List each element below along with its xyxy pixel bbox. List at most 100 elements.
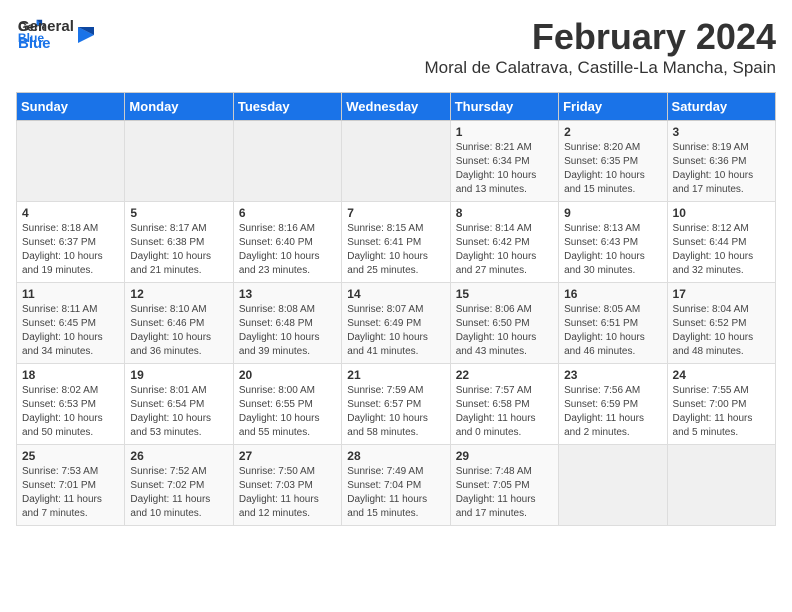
day-info: Sunrise: 8:17 AM Sunset: 6:38 PM Dayligh… (130, 222, 227, 278)
day-number: 23 (564, 368, 661, 382)
header-thursday: Thursday (450, 93, 558, 121)
day-number: 6 (239, 206, 336, 220)
day-info: Sunrise: 7:59 AM Sunset: 6:57 PM Dayligh… (347, 384, 444, 440)
calendar-cell: 4 Sunrise: 8:18 AM Sunset: 6:37 PM Daylig… (17, 202, 125, 283)
calendar-cell (17, 121, 125, 202)
calendar-cell: 6 Sunrise: 8:16 AM Sunset: 6:40 PM Daylig… (233, 202, 341, 283)
day-number: 9 (564, 206, 661, 220)
calendar-cell: 9 Sunrise: 8:13 AM Sunset: 6:43 PM Daylig… (559, 202, 667, 283)
week-row-2: 4 Sunrise: 8:18 AM Sunset: 6:37 PM Daylig… (17, 202, 776, 283)
calendar-cell: 16 Sunrise: 8:05 AM Sunset: 6:51 PM Dayli… (559, 283, 667, 364)
calendar-cell (233, 121, 341, 202)
month-title: February 2024 (424, 16, 776, 58)
day-info: Sunrise: 8:18 AM Sunset: 6:37 PM Dayligh… (22, 222, 119, 278)
day-info: Sunrise: 8:00 AM Sunset: 6:55 PM Dayligh… (239, 384, 336, 440)
calendar-cell: 3 Sunrise: 8:19 AM Sunset: 6:36 PM Daylig… (667, 121, 775, 202)
header-sunday: Sunday (17, 93, 125, 121)
day-number: 18 (22, 368, 119, 382)
day-info: Sunrise: 8:13 AM Sunset: 6:43 PM Dayligh… (564, 222, 661, 278)
header-saturday: Saturday (667, 93, 775, 121)
calendar-cell: 8 Sunrise: 8:14 AM Sunset: 6:42 PM Daylig… (450, 202, 558, 283)
day-info: Sunrise: 8:01 AM Sunset: 6:54 PM Dayligh… (130, 384, 227, 440)
day-info: Sunrise: 7:48 AM Sunset: 7:05 PM Dayligh… (456, 465, 553, 521)
calendar-cell: 10 Sunrise: 8:12 AM Sunset: 6:44 PM Dayli… (667, 202, 775, 283)
calendar-cell: 19 Sunrise: 8:01 AM Sunset: 6:54 PM Dayli… (125, 364, 233, 445)
day-info: Sunrise: 8:08 AM Sunset: 6:48 PM Dayligh… (239, 303, 336, 359)
day-number: 8 (456, 206, 553, 220)
day-info: Sunrise: 7:55 AM Sunset: 7:00 PM Dayligh… (673, 384, 770, 440)
calendar-cell (559, 445, 667, 526)
calendar-cell: 18 Sunrise: 8:02 AM Sunset: 6:53 PM Dayli… (17, 364, 125, 445)
day-info: Sunrise: 8:10 AM Sunset: 6:46 PM Dayligh… (130, 303, 227, 359)
calendar-cell: 13 Sunrise: 8:08 AM Sunset: 6:48 PM Dayli… (233, 283, 341, 364)
title-area: February 2024 Moral de Calatrava, Castil… (424, 16, 776, 88)
day-info: Sunrise: 7:53 AM Sunset: 7:01 PM Dayligh… (22, 465, 119, 521)
day-number: 20 (239, 368, 336, 382)
day-number: 19 (130, 368, 227, 382)
calendar-cell: 22 Sunrise: 7:57 AM Sunset: 6:58 PM Dayli… (450, 364, 558, 445)
page-header: General Blue February 2024 Moral de Cala… (16, 16, 776, 88)
day-info: Sunrise: 8:21 AM Sunset: 6:34 PM Dayligh… (456, 141, 553, 197)
week-row-1: 1Sunrise: 8:21 AM Sunset: 6:34 PM Daylig… (17, 121, 776, 202)
day-info: Sunrise: 8:05 AM Sunset: 6:51 PM Dayligh… (564, 303, 661, 359)
day-number: 2 (564, 125, 661, 139)
day-number: 29 (456, 449, 553, 463)
calendar-cell: 21 Sunrise: 7:59 AM Sunset: 6:57 PM Dayli… (342, 364, 450, 445)
day-info: Sunrise: 8:14 AM Sunset: 6:42 PM Dayligh… (456, 222, 553, 278)
day-info: Sunrise: 8:06 AM Sunset: 6:50 PM Dayligh… (456, 303, 553, 359)
calendar-cell: 27Sunrise: 7:50 AM Sunset: 7:03 PM Dayli… (233, 445, 341, 526)
logo-blue: Blue (18, 35, 74, 52)
day-info: Sunrise: 8:12 AM Sunset: 6:44 PM Dayligh… (673, 222, 770, 278)
day-info: Sunrise: 7:57 AM Sunset: 6:58 PM Dayligh… (456, 384, 553, 440)
day-number: 11 (22, 287, 119, 301)
day-info: Sunrise: 7:56 AM Sunset: 6:59 PM Dayligh… (564, 384, 661, 440)
day-info: Sunrise: 7:52 AM Sunset: 7:02 PM Dayligh… (130, 465, 227, 521)
day-number: 26 (130, 449, 227, 463)
day-number: 5 (130, 206, 227, 220)
day-number: 13 (239, 287, 336, 301)
header-tuesday: Tuesday (233, 93, 341, 121)
calendar-cell: 17Sunrise: 8:04 AM Sunset: 6:52 PM Dayli… (667, 283, 775, 364)
calendar-cell (667, 445, 775, 526)
calendar-cell (125, 121, 233, 202)
calendar-header-row: SundayMondayTuesdayWednesdayThursdayFrid… (17, 93, 776, 121)
day-info: Sunrise: 8:20 AM Sunset: 6:35 PM Dayligh… (564, 141, 661, 197)
day-number: 10 (673, 206, 770, 220)
day-number: 16 (564, 287, 661, 301)
calendar-cell: 15 Sunrise: 8:06 AM Sunset: 6:50 PM Dayli… (450, 283, 558, 364)
calendar-table: SundayMondayTuesdayWednesdayThursdayFrid… (16, 92, 776, 526)
day-number: 4 (22, 206, 119, 220)
logo-block: General Blue (18, 18, 96, 53)
day-info: Sunrise: 8:16 AM Sunset: 6:40 PM Dayligh… (239, 222, 336, 278)
day-number: 25 (22, 449, 119, 463)
calendar-cell: 28 Sunrise: 7:49 AM Sunset: 7:04 PM Dayli… (342, 445, 450, 526)
calendar-cell: 20 Sunrise: 8:00 AM Sunset: 6:55 PM Dayli… (233, 364, 341, 445)
day-info: Sunrise: 8:19 AM Sunset: 6:36 PM Dayligh… (673, 141, 770, 197)
day-info: Sunrise: 7:50 AM Sunset: 7:03 PM Dayligh… (239, 465, 336, 521)
logo-chevron-icon (76, 25, 96, 45)
day-number: 28 (347, 449, 444, 463)
day-number: 21 (347, 368, 444, 382)
calendar-cell: 29 Sunrise: 7:48 AM Sunset: 7:05 PM Dayli… (450, 445, 558, 526)
day-number: 22 (456, 368, 553, 382)
calendar-cell: 26 Sunrise: 7:52 AM Sunset: 7:02 PM Dayli… (125, 445, 233, 526)
logo-text: General Blue (18, 18, 74, 53)
day-number: 7 (347, 206, 444, 220)
day-number: 12 (130, 287, 227, 301)
day-info: Sunrise: 8:02 AM Sunset: 6:53 PM Dayligh… (22, 384, 119, 440)
location-subtitle: Moral de Calatrava, Castille-La Mancha, … (424, 58, 776, 78)
calendar-cell: 25 Sunrise: 7:53 AM Sunset: 7:01 PM Dayli… (17, 445, 125, 526)
week-row-5: 25 Sunrise: 7:53 AM Sunset: 7:01 PM Dayli… (17, 445, 776, 526)
week-row-4: 18 Sunrise: 8:02 AM Sunset: 6:53 PM Dayli… (17, 364, 776, 445)
header-friday: Friday (559, 93, 667, 121)
day-number: 3 (673, 125, 770, 139)
calendar-cell: 11Sunrise: 8:11 AM Sunset: 6:45 PM Dayli… (17, 283, 125, 364)
logo-general: General (18, 18, 74, 35)
calendar-cell (342, 121, 450, 202)
calendar-cell: 23 Sunrise: 7:56 AM Sunset: 6:59 PM Dayli… (559, 364, 667, 445)
day-number: 15 (456, 287, 553, 301)
calendar-cell: 7Sunrise: 8:15 AM Sunset: 6:41 PM Daylig… (342, 202, 450, 283)
calendar-cell: 24Sunrise: 7:55 AM Sunset: 7:00 PM Dayli… (667, 364, 775, 445)
day-number: 14 (347, 287, 444, 301)
day-info: Sunrise: 7:49 AM Sunset: 7:04 PM Dayligh… (347, 465, 444, 521)
